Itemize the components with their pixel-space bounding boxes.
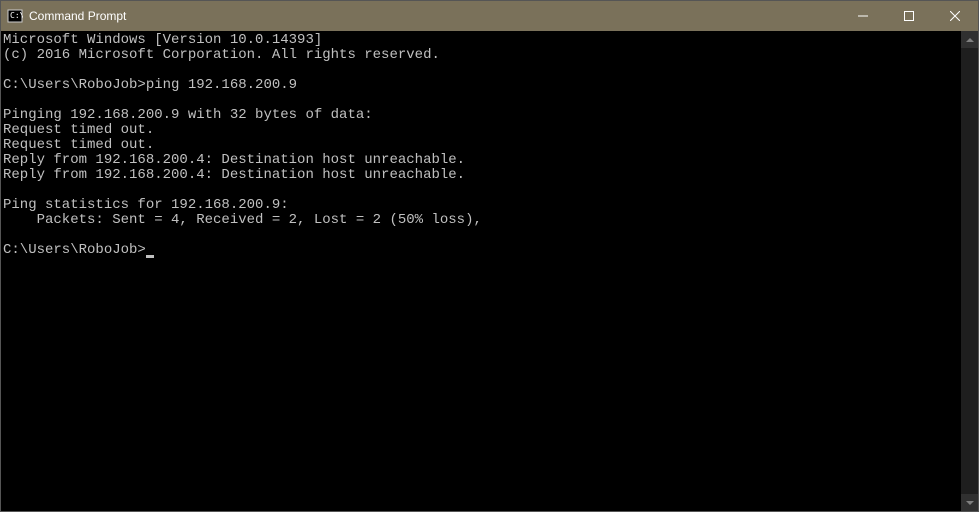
window-title: Command Prompt — [29, 9, 840, 23]
maximize-button[interactable] — [886, 1, 932, 31]
svg-text:C:\: C:\ — [10, 11, 23, 20]
scroll-up-arrow[interactable] — [961, 31, 978, 48]
titlebar[interactable]: C:\ Command Prompt — [1, 1, 978, 31]
cmd-icon: C:\ — [7, 8, 23, 24]
terminal-area: Microsoft Windows [Version 10.0.14393] (… — [1, 31, 978, 511]
text-cursor — [146, 255, 154, 258]
close-button[interactable] — [932, 1, 978, 31]
terminal-output[interactable]: Microsoft Windows [Version 10.0.14393] (… — [1, 31, 961, 511]
window-controls — [840, 1, 978, 31]
command-prompt: C:\Users\RoboJob> — [3, 242, 146, 258]
vertical-scrollbar[interactable] — [961, 31, 978, 511]
scroll-down-arrow[interactable] — [961, 494, 978, 511]
minimize-button[interactable] — [840, 1, 886, 31]
